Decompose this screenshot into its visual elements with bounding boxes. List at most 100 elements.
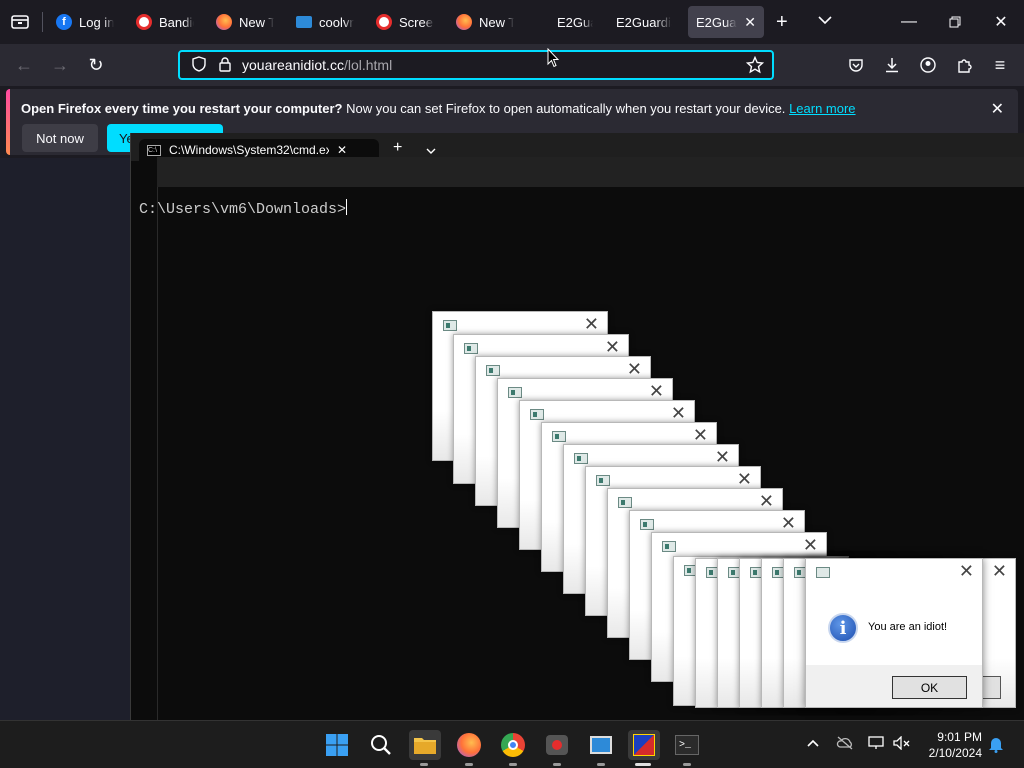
close-icon[interactable]: ✕ <box>737 469 752 490</box>
tab-e2guardian-2[interactable]: E2Guardian <box>608 6 680 38</box>
record-icon <box>136 14 152 30</box>
back-arrow-icon[interactable]: ← <box>9 50 39 80</box>
tab-facebook[interactable]: f Log in <box>48 6 122 38</box>
shield-icon[interactable] <box>192 55 206 75</box>
close-icon[interactable]: ✕ <box>715 447 730 468</box>
close-icon[interactable]: ✕ <box>693 425 708 446</box>
firefox-icon <box>216 14 232 30</box>
notification-title: Open Firefox every time you restart your… <box>21 101 343 116</box>
close-icon[interactable]: ✕ <box>584 314 599 335</box>
navigation-toolbar: ← → ↻ youareanidiot.cc/lol.html ≡ <box>0 44 1024 86</box>
running-indicator <box>635 763 651 766</box>
notification-bell-icon[interactable] <box>988 735 1004 756</box>
tab-label: New Tab <box>479 14 514 30</box>
window-icon <box>816 567 830 578</box>
close-icon[interactable]: ✕ <box>671 403 686 424</box>
tab-coolvmr[interactable]: coolvmr <box>288 6 362 38</box>
reload-icon[interactable]: ↻ <box>81 50 111 80</box>
running-indicator <box>597 763 605 766</box>
dialog-message: You are an idiot! <box>868 621 948 633</box>
new-tab-icon[interactable]: + <box>776 11 788 34</box>
url-host: youareanidiot.cc <box>242 57 344 73</box>
tab-close-icon[interactable]: ✕ <box>744 14 756 31</box>
window-icon <box>486 365 500 376</box>
tab-label: Screen <box>399 14 434 30</box>
tab-e2guardian[interactable]: E2Guardian <box>549 6 601 38</box>
tab-new-tab[interactable]: New Tab <box>208 6 282 38</box>
window-icon <box>574 453 588 464</box>
tab-strip: f Log in Bandicam New Tab coolvmr Screen… <box>0 0 1024 44</box>
prompt-text: C:\Users\vm6\Downloads> <box>139 201 347 218</box>
tab-label: E2Guardian <box>616 14 672 30</box>
minimize-icon[interactable]: — <box>886 0 932 44</box>
learn-more-link[interactable]: Learn more <box>789 101 855 116</box>
url-path: /lol.html <box>343 57 393 73</box>
menu-icon[interactable]: ≡ <box>985 50 1015 80</box>
tab-new-tab-2[interactable]: New Tab <box>448 6 522 38</box>
tab-label: coolvmr <box>319 14 354 30</box>
terminal-tab-close-icon[interactable]: ✕ <box>337 143 347 157</box>
running-indicator <box>683 763 691 766</box>
window-icon <box>530 409 544 420</box>
close-window-icon[interactable]: ✕ <box>978 0 1024 44</box>
tab-label: E2Guardian <box>696 14 737 30</box>
pocket-icon[interactable] <box>841 50 871 80</box>
idiot-app-icon[interactable] <box>628 730 660 766</box>
terminal-toolbar <box>157 157 1024 187</box>
window-icon <box>508 387 522 398</box>
window-icon <box>552 431 566 442</box>
window-icon <box>640 519 654 530</box>
running-indicator <box>465 763 473 766</box>
close-icon[interactable]: ✕ <box>992 561 1007 582</box>
tab-e2guardian-active[interactable]: E2Guardian ✕ <box>688 6 764 38</box>
tab-separator <box>42 12 43 32</box>
extensions-icon[interactable] <box>949 50 979 80</box>
show-hidden-icons-icon[interactable] <box>806 736 820 752</box>
notification-text: Now you can set Firefox to open automati… <box>342 101 786 116</box>
close-icon[interactable]: ✕ <box>627 359 642 380</box>
downloads-icon[interactable] <box>877 50 907 80</box>
start-windows-icon[interactable] <box>322 730 352 760</box>
close-icon[interactable]: ✕ <box>991 99 1004 119</box>
idiot-dialog[interactable]: ✕ i You are an idiot! OK <box>805 558 983 708</box>
remote-desktop-icon[interactable] <box>586 730 616 766</box>
info-icon: i <box>828 613 858 643</box>
chrome-icon[interactable] <box>498 730 528 766</box>
lock-icon[interactable] <box>218 56 232 75</box>
terminal-new-tab-icon[interactable]: + <box>393 139 402 157</box>
url-bar[interactable]: youareanidiot.cc/lol.html <box>178 50 774 80</box>
clock[interactable]: 9:01 PM 2/10/2024 <box>929 729 982 761</box>
facebook-icon: f <box>56 14 72 30</box>
network-icon[interactable] <box>868 736 884 753</box>
running-indicator <box>420 763 428 766</box>
account-icon[interactable] <box>913 50 943 80</box>
close-icon[interactable]: ✕ <box>781 513 796 534</box>
terminal-taskbar-icon[interactable]: >_ <box>672 730 702 766</box>
close-icon[interactable]: ✕ <box>959 561 974 582</box>
tab-bandicam[interactable]: Bandicam <box>128 6 202 38</box>
not-now-button[interactable]: Not now <box>22 124 98 152</box>
close-icon[interactable]: ✕ <box>649 381 664 402</box>
notification-message: Open Firefox every time you restart your… <box>21 101 856 116</box>
list-all-tabs-icon[interactable] <box>816 11 834 34</box>
volume-muted-icon[interactable] <box>893 735 911 753</box>
ok-button[interactable]: OK <box>892 676 967 699</box>
firefox-view-icon[interactable] <box>10 12 30 32</box>
restore-icon[interactable] <box>932 0 978 44</box>
firefox-taskbar-icon[interactable] <box>454 730 484 766</box>
bandicam-icon[interactable] <box>542 730 572 766</box>
forward-arrow-icon[interactable]: → <box>45 50 75 80</box>
window-icon <box>464 343 478 354</box>
notification-accent <box>6 89 10 155</box>
window-icon <box>662 541 676 552</box>
tab-label: Bandicam <box>159 14 194 30</box>
close-icon[interactable]: ✕ <box>605 337 620 358</box>
onedrive-offline-icon[interactable] <box>836 736 854 753</box>
file-explorer-icon[interactable] <box>409 730 441 766</box>
tab-screen[interactable]: Screen <box>368 6 442 38</box>
search-icon[interactable] <box>366 730 396 760</box>
bookmark-star-icon[interactable] <box>745 55 765 77</box>
close-icon[interactable]: ✕ <box>759 491 774 512</box>
close-icon[interactable]: ✕ <box>803 535 818 556</box>
terminal-prompt[interactable]: C:\Users\vm6\Downloads> <box>139 199 348 218</box>
